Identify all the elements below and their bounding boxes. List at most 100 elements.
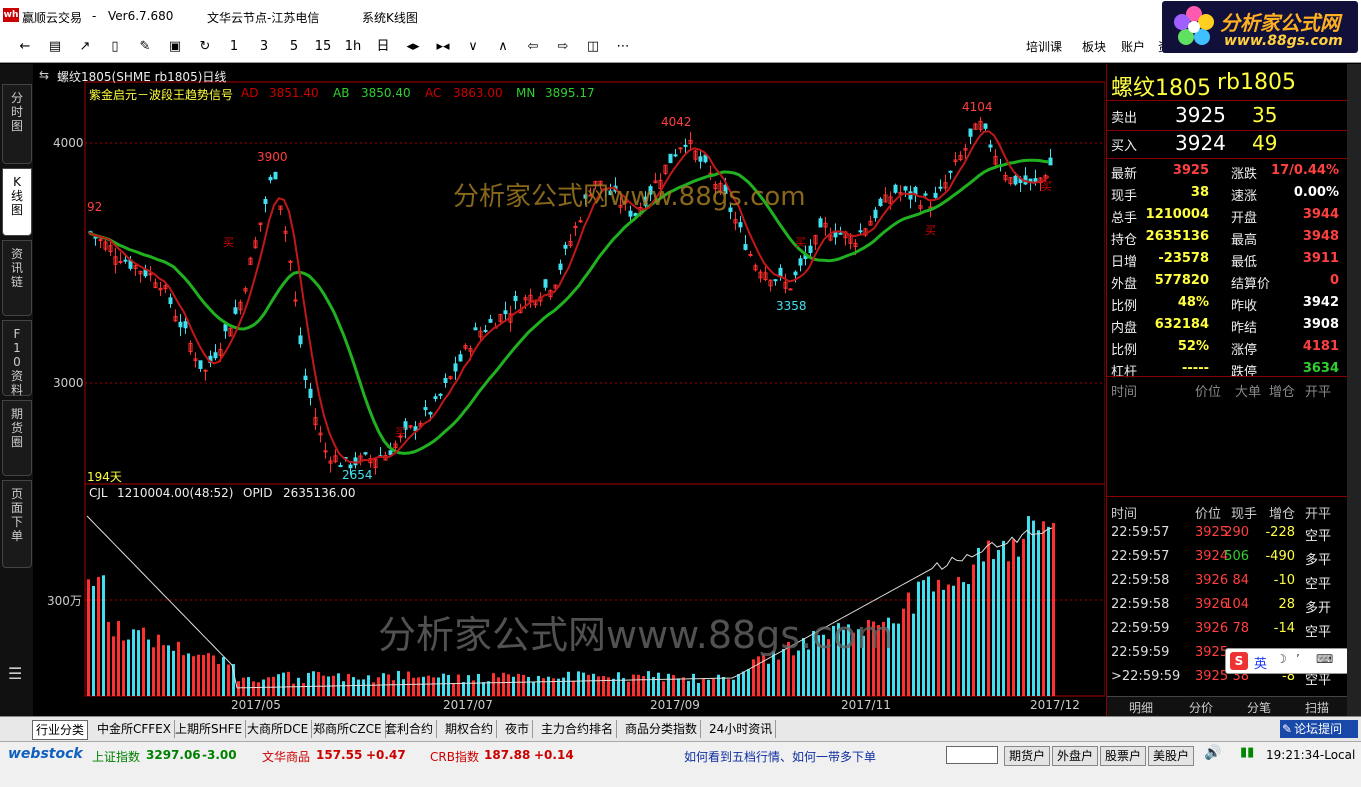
candle-body	[458, 354, 463, 362]
tab-dce[interactable]: 大商所DCE	[244, 720, 313, 738]
list-icon[interactable]: ▤	[44, 37, 66, 57]
tab-news[interactable]: 资讯链	[2, 240, 32, 316]
volume-bar	[412, 677, 415, 696]
quote-field-value2: 4181	[1302, 339, 1339, 354]
index2-name[interactable]: 文华商品	[262, 748, 310, 765]
period-3[interactable]: 3	[254, 37, 274, 57]
volume-bar	[482, 682, 485, 696]
volume-bar	[457, 674, 460, 696]
menu-icon[interactable]: ☰	[8, 664, 22, 683]
right-scrollbar[interactable]	[1347, 64, 1361, 716]
period-15[interactable]: 15	[312, 37, 334, 57]
zoom-in-icon[interactable]: ▸◂	[432, 37, 454, 57]
candle-body	[1048, 157, 1053, 166]
y-label-3000: 3000	[53, 376, 84, 390]
volume-bar	[952, 585, 955, 696]
candle-body	[488, 319, 493, 323]
tab-cffex[interactable]: 中金所CFFEX	[94, 720, 175, 738]
refresh-icon[interactable]: ↻	[194, 37, 216, 57]
volume-bar	[112, 636, 115, 696]
tab-futures-circle[interactable]: 期货圈	[2, 400, 32, 476]
volume-bar	[522, 674, 525, 696]
bid-price[interactable]: 3924	[1175, 131, 1226, 155]
layout-icon[interactable]: ◫	[582, 37, 604, 57]
foreign-account-button[interactable]: 外盘户	[1052, 746, 1099, 766]
volume-bar	[497, 677, 500, 696]
arrow-right-icon[interactable]: ⇨	[552, 37, 574, 57]
back-icon[interactable]: ←	[14, 37, 36, 57]
tab-f10[interactable]: F10资料	[2, 320, 32, 397]
ime-comma-icon[interactable]: ’	[1296, 652, 1300, 666]
indicator-ac-value: 3863.00	[453, 86, 503, 100]
volume-bar	[997, 550, 1000, 696]
price-mark-4042: 4042	[661, 115, 692, 129]
volume-bar	[932, 591, 935, 696]
tab-tick[interactable]: 分笔	[1247, 699, 1271, 716]
volume-bar	[642, 676, 645, 696]
volume-value: 1210004.00(48:52)	[117, 486, 234, 500]
ime-keyboard-icon[interactable]: ⌨	[1316, 652, 1333, 666]
tab-price-dist[interactable]: 分价	[1189, 699, 1213, 716]
volume-bar	[737, 674, 740, 696]
save-icon[interactable]: ▣	[164, 37, 186, 57]
more-icon[interactable]: ⋯	[612, 37, 634, 57]
account-link[interactable]: 账户	[1121, 38, 1145, 55]
candle-body	[668, 153, 673, 164]
stock-account-button[interactable]: 股票户	[1100, 746, 1147, 766]
tab-industry[interactable]: 行业分类	[32, 720, 89, 740]
search-input[interactable]	[946, 746, 998, 764]
volume-bar	[982, 561, 985, 696]
candle-body	[788, 288, 793, 291]
tab-arbitrage[interactable]: 套利合约	[382, 720, 438, 738]
tab-main-rank[interactable]: 主力合约排名	[538, 720, 618, 738]
quote-code: rb1805	[1217, 70, 1296, 95]
volume-bar	[92, 586, 95, 696]
tab-night[interactable]: 夜市	[502, 720, 534, 738]
draw-icon[interactable]: ✎	[134, 37, 156, 57]
futures-account-button[interactable]: 期货户	[1004, 746, 1051, 766]
tab-kline[interactable]: K线图	[2, 168, 32, 236]
index1-name[interactable]: 上证指数	[92, 748, 140, 765]
ime-toolbar[interactable]: S 英 ☽ ’ ⌨	[1225, 648, 1349, 674]
tab-scan[interactable]: 扫描	[1305, 699, 1329, 716]
period-5[interactable]: 5	[284, 37, 304, 57]
zoom-out-icon[interactable]: ◂▸	[402, 37, 424, 57]
kline-icon[interactable]: ▯	[104, 37, 126, 57]
quote-field-value: 2635136	[1145, 229, 1209, 244]
us-stock-account-button[interactable]: 美股户	[1148, 746, 1195, 766]
volume-bar	[1017, 556, 1020, 696]
candle-body	[698, 156, 703, 162]
index3-name[interactable]: CRB指数	[430, 748, 479, 765]
period-day[interactable]: 日	[372, 37, 394, 57]
line-chart-icon[interactable]: ↗	[74, 37, 96, 57]
tab-detail[interactable]: 明细	[1129, 699, 1153, 716]
period-1[interactable]: 1	[224, 37, 244, 57]
tab-commodity-index[interactable]: 商品分类指数	[622, 720, 702, 738]
candle-body	[178, 321, 183, 328]
volume-bar	[172, 650, 175, 696]
chevron-up-icon[interactable]: ∧	[492, 37, 514, 57]
period-1h[interactable]: 1h	[342, 37, 364, 57]
quote-field-label: 内盘	[1111, 321, 1138, 336]
sector-link[interactable]: 板块	[1082, 38, 1106, 55]
tab-timeshare[interactable]: 分时图	[2, 84, 32, 164]
ime-lang[interactable]: 英	[1254, 653, 1267, 672]
tab-shfe[interactable]: 上期所SHFE	[172, 720, 247, 738]
ask-price[interactable]: 3925	[1175, 103, 1226, 127]
tab-page-order[interactable]: 页面下单	[2, 480, 32, 568]
news-ticker[interactable]: 如何看到五档行情、如何一带多下单	[684, 748, 876, 765]
training-link[interactable]: 培训课	[1026, 38, 1062, 55]
tab-24h-news[interactable]: 24小时资讯	[706, 720, 777, 738]
volume-bar	[227, 664, 230, 696]
tab-options[interactable]: 期权合约	[442, 720, 498, 738]
chevron-down-icon[interactable]: ∨	[462, 37, 484, 57]
kline-chart-area[interactable]: ⇆ 螺纹1805(SHME rb1805)日线 紫金启元－波段王趋势信号 AD …	[33, 64, 1105, 716]
ime-moon-icon[interactable]: ☽	[1276, 652, 1287, 666]
quote-field-label2: 最低	[1231, 255, 1258, 270]
ticks-header-oi: 增仓	[1269, 385, 1296, 400]
sound-icon[interactable]: 🔊	[1204, 745, 1221, 761]
arrow-left-icon[interactable]: ⇦	[522, 37, 544, 57]
volume-bar	[907, 592, 910, 696]
tab-czce[interactable]: 郑商所CZCE	[310, 720, 386, 738]
forum-button[interactable]: ✎ 论坛提问	[1280, 720, 1358, 738]
